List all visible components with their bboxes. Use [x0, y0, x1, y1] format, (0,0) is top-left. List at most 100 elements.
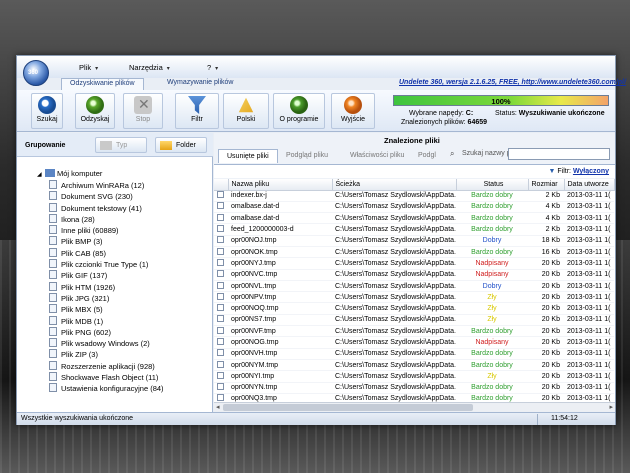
tree-item[interactable]: Ikona (28): [49, 213, 164, 225]
tree-item[interactable]: Plik MBX (5): [49, 304, 164, 315]
search-button[interactable]: Szukaj: [31, 93, 63, 129]
tree-item[interactable]: Dokument tekstowy (41): [49, 202, 164, 214]
row-checkbox[interactable]: [217, 281, 224, 289]
file-type-icon: [49, 304, 57, 314]
row-checkbox[interactable]: [217, 338, 224, 345]
stop-button[interactable]: Stop: [123, 93, 163, 129]
scrollbar-thumb[interactable]: [223, 404, 473, 411]
table-row[interactable]: opr00NPV.tmp C:\Users\Tomasz Szydlowski\A…: [214, 291, 614, 304]
table-row[interactable]: opr00NYI.tmp C:\Users\Tomasz Szydlowski\A…: [214, 370, 614, 383]
table-row[interactable]: feed_1200000003-d C:\Users\Tomasz Szydlow…: [214, 223, 614, 236]
row-checkbox[interactable]: [217, 349, 224, 357]
table-row[interactable]: opr00NS7.tmp C:\Users\Tomasz Szydlowski\A…: [214, 314, 614, 327]
tree-item[interactable]: Plik HTM (1926): [49, 281, 164, 293]
row-checkbox[interactable]: [217, 292, 224, 300]
exit-button[interactable]: Wyjście: [331, 93, 375, 129]
size-cell: 2 Kb: [528, 223, 564, 236]
tree-item[interactable]: Plik ZIP (3): [49, 349, 164, 360]
group-by-type-button[interactable]: Typ: [95, 137, 147, 153]
column-header-path[interactable]: Ścieżka: [332, 179, 457, 191]
column-header-status[interactable]: Status: [456, 179, 529, 191]
tree-item[interactable]: Inne pliki (60889): [49, 225, 164, 236]
scroll-right-icon[interactable]: ▸: [609, 403, 613, 411]
app-logo-icon[interactable]: 360: [23, 60, 49, 86]
app-title-link[interactable]: Undelete 360, wersja 2.1.6.25, FREE, htt…: [399, 79, 626, 86]
group-by-folder-button[interactable]: Folder: [155, 137, 207, 153]
table-row[interactable]: indexer.bx-j C:\Users\Tomasz Szydlowski\A…: [214, 190, 614, 202]
created-cell: 2013-03-11 1(: [564, 223, 614, 236]
tree-item[interactable]: Plik MDB (1): [49, 315, 164, 327]
table-row[interactable]: opr00NOJ.tmp C:\Users\Tomasz Szydlowski\A…: [214, 235, 614, 247]
row-checkbox[interactable]: [217, 326, 224, 334]
file-type-icon: [49, 213, 57, 223]
tab-recover-files[interactable]: Odzyskiwanie plików: [61, 78, 144, 90]
scroll-left-icon[interactable]: ◂: [216, 403, 220, 411]
tree-item[interactable]: Plik GIF (137): [49, 270, 164, 281]
column-header-filename[interactable]: Nazwa pliku: [228, 179, 333, 191]
row-checkbox[interactable]: [217, 315, 224, 323]
table-row[interactable]: opr00NYJ.tmp C:\Users\Tomasz Szydlowski\A…: [214, 257, 614, 270]
about-button[interactable]: O programie: [273, 93, 325, 129]
tab-deleted-files[interactable]: Usunięte pliki: [218, 149, 278, 163]
row-checkbox[interactable]: [217, 236, 224, 244]
menu-file[interactable]: Plik ▾: [79, 63, 98, 72]
table-row[interactable]: omalbase.dat-d C:\Users\Tomasz Szydlowski…: [214, 201, 614, 214]
table-row[interactable]: opr00NOQ.tmp C:\Users\Tomasz Szydlowski\A…: [214, 302, 614, 315]
recover-button[interactable]: Odzyskaj: [75, 93, 115, 129]
tree-item[interactable]: Rozszerzenie aplikacji (928): [49, 360, 164, 372]
tree-item[interactable]: Plik CAB (85): [49, 247, 164, 259]
menu-help-label: ?: [207, 63, 212, 72]
menu-tools[interactable]: Narzędzia ▾: [129, 63, 170, 72]
column-header-checkbox[interactable]: [214, 179, 229, 191]
tree-item-label: Dokument tekstowy (41): [61, 203, 142, 213]
collapse-icon[interactable]: ◢: [37, 171, 45, 178]
menu-help[interactable]: ? ▾: [207, 63, 218, 72]
row-checkbox[interactable]: [217, 202, 224, 210]
column-header-created[interactable]: Data utworze: [564, 179, 615, 191]
file-type-icon: [49, 202, 57, 212]
filename-cell: opr00NVC.tmp: [228, 269, 332, 281]
row-checkbox[interactable]: [217, 213, 224, 221]
tree-item[interactable]: Plik czcionki True Type (1): [49, 259, 164, 270]
tree-item[interactable]: Archiwum WinRARa (12): [49, 180, 164, 191]
horizontal-scrollbar[interactable]: ◂ ▸: [214, 402, 615, 412]
tree-item[interactable]: Dokument SVG (230): [49, 191, 164, 202]
row-checkbox[interactable]: [217, 191, 224, 199]
tree-item[interactable]: Shockwave Flash Object (11): [49, 372, 164, 383]
row-checkbox[interactable]: [217, 258, 224, 266]
tree-item[interactable]: Ustawienia konfiguracyjne (84): [49, 383, 164, 394]
table-row[interactable]: opr00NYN.tmp C:\Users\Tomasz Szydlowski\A…: [214, 382, 614, 394]
table-row[interactable]: opr00NOK.tmp C:\Users\Tomasz Szydlowski\A…: [214, 246, 614, 259]
filename-search-input[interactable]: [508, 148, 610, 160]
row-checkbox-cell: [214, 348, 228, 360]
filter-button[interactable]: Filtr: [175, 93, 219, 129]
tree-root-my-computer[interactable]: ◢ Mój komputer: [37, 169, 164, 180]
tab-preview-more[interactable]: Podgl: [410, 149, 444, 163]
row-checkbox[interactable]: [217, 304, 224, 312]
tree-item[interactable]: Plik PNG (602): [49, 326, 164, 338]
row-checkbox[interactable]: [217, 383, 224, 391]
table-row[interactable]: opr00NYM.tmp C:\Users\Tomasz Szydlowski\A…: [214, 359, 614, 372]
table-row[interactable]: opr00NOG.tmp C:\Users\Tomasz Szydlowski\A…: [214, 336, 614, 349]
filter-status[interactable]: ▼ Filtr: Wyłączony: [548, 168, 609, 175]
table-row[interactable]: omalbase.dat-d C:\Users\Tomasz Szydlowski…: [214, 212, 614, 225]
tab-wipe-files[interactable]: Wymazywanie plików: [159, 78, 241, 90]
row-checkbox[interactable]: [217, 247, 224, 255]
status-cell: Bardzo dobry: [456, 246, 528, 259]
row-checkbox[interactable]: [217, 270, 224, 278]
row-checkbox[interactable]: [217, 360, 224, 368]
tab-file-properties[interactable]: Właściwości pliku: [342, 149, 412, 163]
table-row[interactable]: opr00NVC.tmp C:\Users\Tomasz Szydlowski\A…: [214, 269, 614, 281]
tree-item[interactable]: Plik BMP (3): [49, 236, 164, 247]
table-row[interactable]: opr00NVH.tmp C:\Users\Tomasz Szydlowski\A…: [214, 348, 614, 360]
row-checkbox[interactable]: [217, 394, 224, 402]
column-header-size[interactable]: Rozmiar: [528, 179, 565, 191]
table-row[interactable]: opr00NVF.tmp C:\Users\Tomasz Szydlowski\A…: [214, 325, 614, 338]
row-checkbox[interactable]: [217, 371, 224, 379]
tree-item[interactable]: Plik JPG (321): [49, 292, 164, 304]
tree-item[interactable]: Plik wsadowy Windows (2): [49, 338, 164, 349]
row-checkbox[interactable]: [217, 225, 224, 233]
table-row[interactable]: opr00NVL.tmp C:\Users\Tomasz Szydlowski\A…: [214, 280, 614, 293]
language-button[interactable]: Polski: [223, 93, 269, 129]
tab-file-preview[interactable]: Podgląd pliku: [278, 149, 336, 163]
